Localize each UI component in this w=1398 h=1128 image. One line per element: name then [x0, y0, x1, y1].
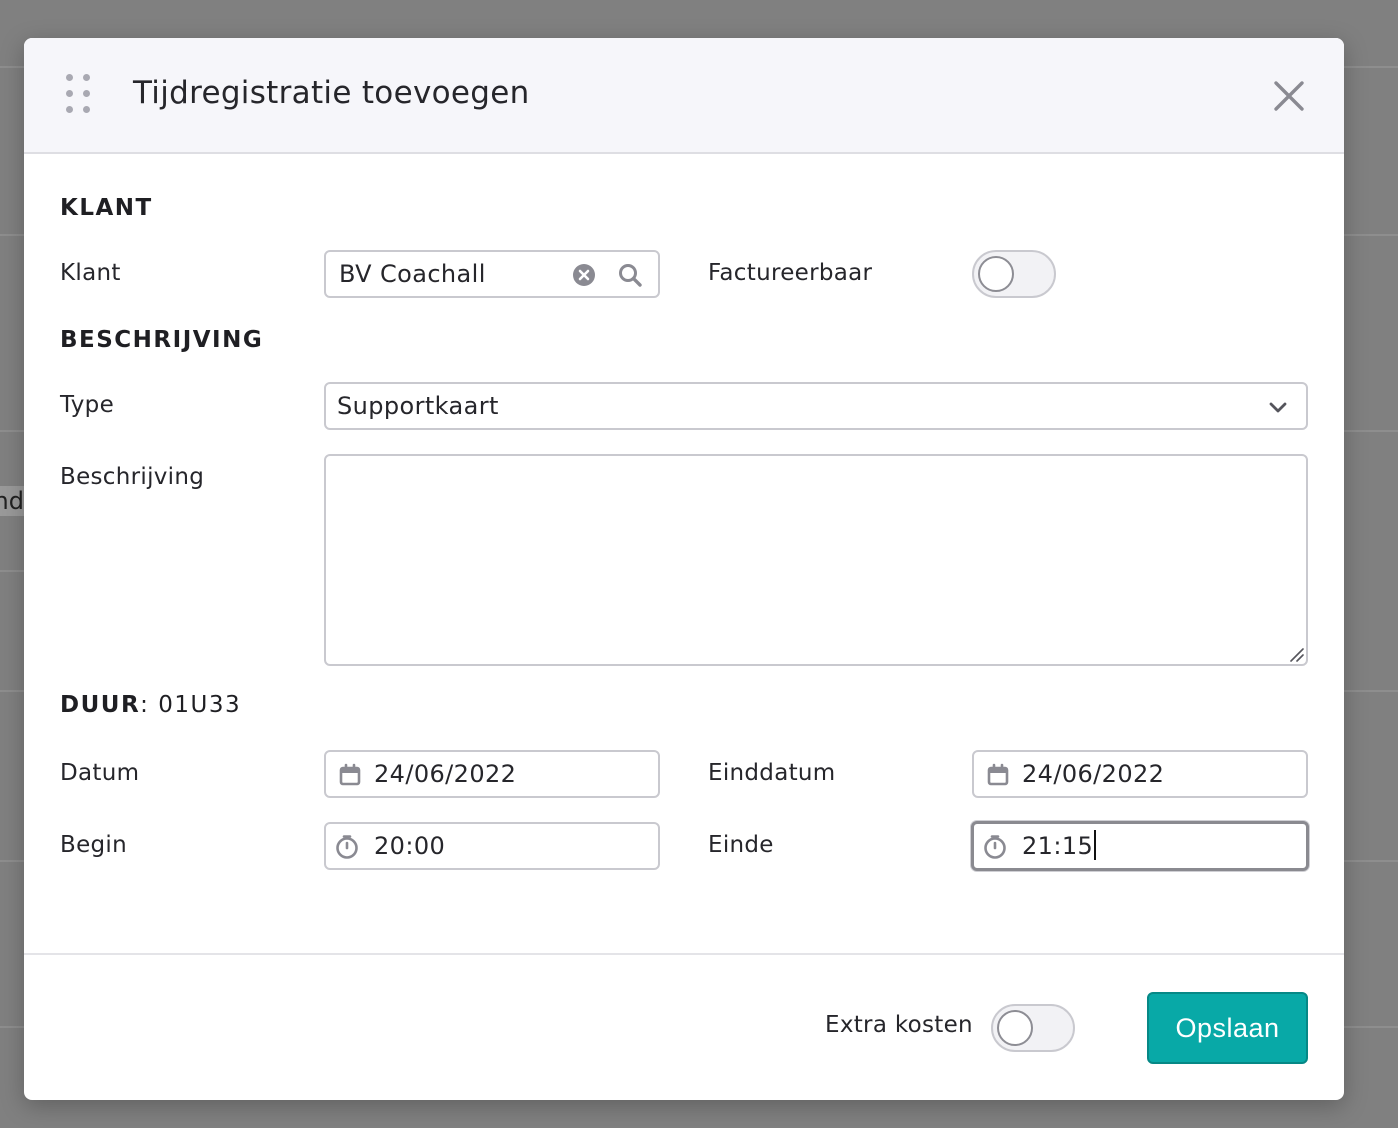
- beschrijving-label: Beschrijving: [60, 464, 205, 490]
- toggle-knob: [978, 256, 1014, 292]
- save-button[interactable]: Opslaan: [1147, 992, 1308, 1064]
- einddatum-label: Einddatum: [708, 760, 836, 786]
- type-label: Type: [60, 392, 115, 418]
- section-heading-klant: KLANT: [60, 195, 153, 221]
- backdrop-divider: [1344, 690, 1398, 692]
- datum-label: Datum: [60, 760, 140, 786]
- klant-label: Klant: [60, 260, 121, 286]
- backdrop-divider: [1344, 860, 1398, 862]
- close-icon[interactable]: [1272, 79, 1306, 113]
- section-heading-beschrijving: BESCHRIJVING: [60, 327, 264, 353]
- time-registration-dialog: Tijdregistratie toevoegen KLANT Klant BV…: [24, 38, 1344, 1100]
- backdrop-divider: [0, 66, 24, 68]
- toggle-knob: [997, 1010, 1033, 1046]
- einde-label: Einde: [708, 832, 774, 858]
- resize-grip-icon[interactable]: [1288, 646, 1304, 662]
- chevron-down-icon: [1266, 395, 1290, 419]
- einddatum-value: 24/06/2022: [1022, 760, 1165, 788]
- backdrop-divider: [0, 1026, 24, 1028]
- datum-field[interactable]: 24/06/2022: [324, 750, 660, 798]
- backdrop-divider: [1344, 66, 1398, 68]
- type-value: Supportkaart: [337, 392, 499, 420]
- backdrop-divider: [0, 690, 24, 692]
- stopwatch-icon: [335, 835, 359, 859]
- dialog-title: Tijdregistratie toevoegen: [133, 75, 530, 111]
- backdrop-divider: [0, 430, 24, 432]
- duration-summary: DUUR: 01U33: [60, 692, 241, 718]
- footer-divider: [24, 953, 1344, 955]
- backdrop-text-fragment: nd: [0, 486, 24, 516]
- type-select[interactable]: Supportkaart: [324, 382, 1308, 430]
- extra-kosten-toggle[interactable]: [991, 1004, 1075, 1052]
- calendar-icon: [986, 763, 1010, 787]
- datum-value: 24/06/2022: [374, 760, 517, 788]
- search-icon[interactable]: [618, 263, 642, 287]
- stopwatch-icon: [983, 835, 1007, 859]
- backdrop-divider: [0, 234, 24, 236]
- begin-label: Begin: [60, 832, 127, 858]
- backdrop-divider: [0, 570, 24, 572]
- backdrop-divider: [1344, 430, 1398, 432]
- drag-handle-icon[interactable]: [66, 74, 94, 114]
- dialog-header: Tijdregistratie toevoegen: [24, 38, 1344, 154]
- calendar-icon: [338, 763, 362, 787]
- beschrijving-textarea[interactable]: [324, 454, 1308, 666]
- backdrop-divider: [0, 860, 24, 862]
- einde-value: 21:15: [1022, 832, 1094, 860]
- duration-label: DUUR: [60, 692, 141, 718]
- factureerbaar-label: Factureerbaar: [708, 260, 873, 286]
- backdrop-divider: [1344, 1026, 1398, 1028]
- clear-icon[interactable]: [572, 263, 596, 287]
- text-caret: [1094, 830, 1097, 860]
- einde-value-wrap: 21:15: [1022, 824, 1097, 868]
- klant-search-field[interactable]: BV Coachall: [324, 250, 660, 298]
- einddatum-field[interactable]: 24/06/2022: [972, 750, 1308, 798]
- begin-value: 20:00: [374, 832, 446, 860]
- einde-time-field[interactable]: 21:15: [971, 821, 1309, 871]
- begin-time-field[interactable]: 20:00: [324, 822, 660, 870]
- backdrop-divider: [1344, 234, 1398, 236]
- duration-value: : 01U33: [140, 692, 242, 718]
- klant-value: BV Coachall: [339, 260, 486, 288]
- factureerbaar-toggle[interactable]: [972, 250, 1056, 298]
- extra-kosten-label: Extra kosten: [825, 1012, 973, 1038]
